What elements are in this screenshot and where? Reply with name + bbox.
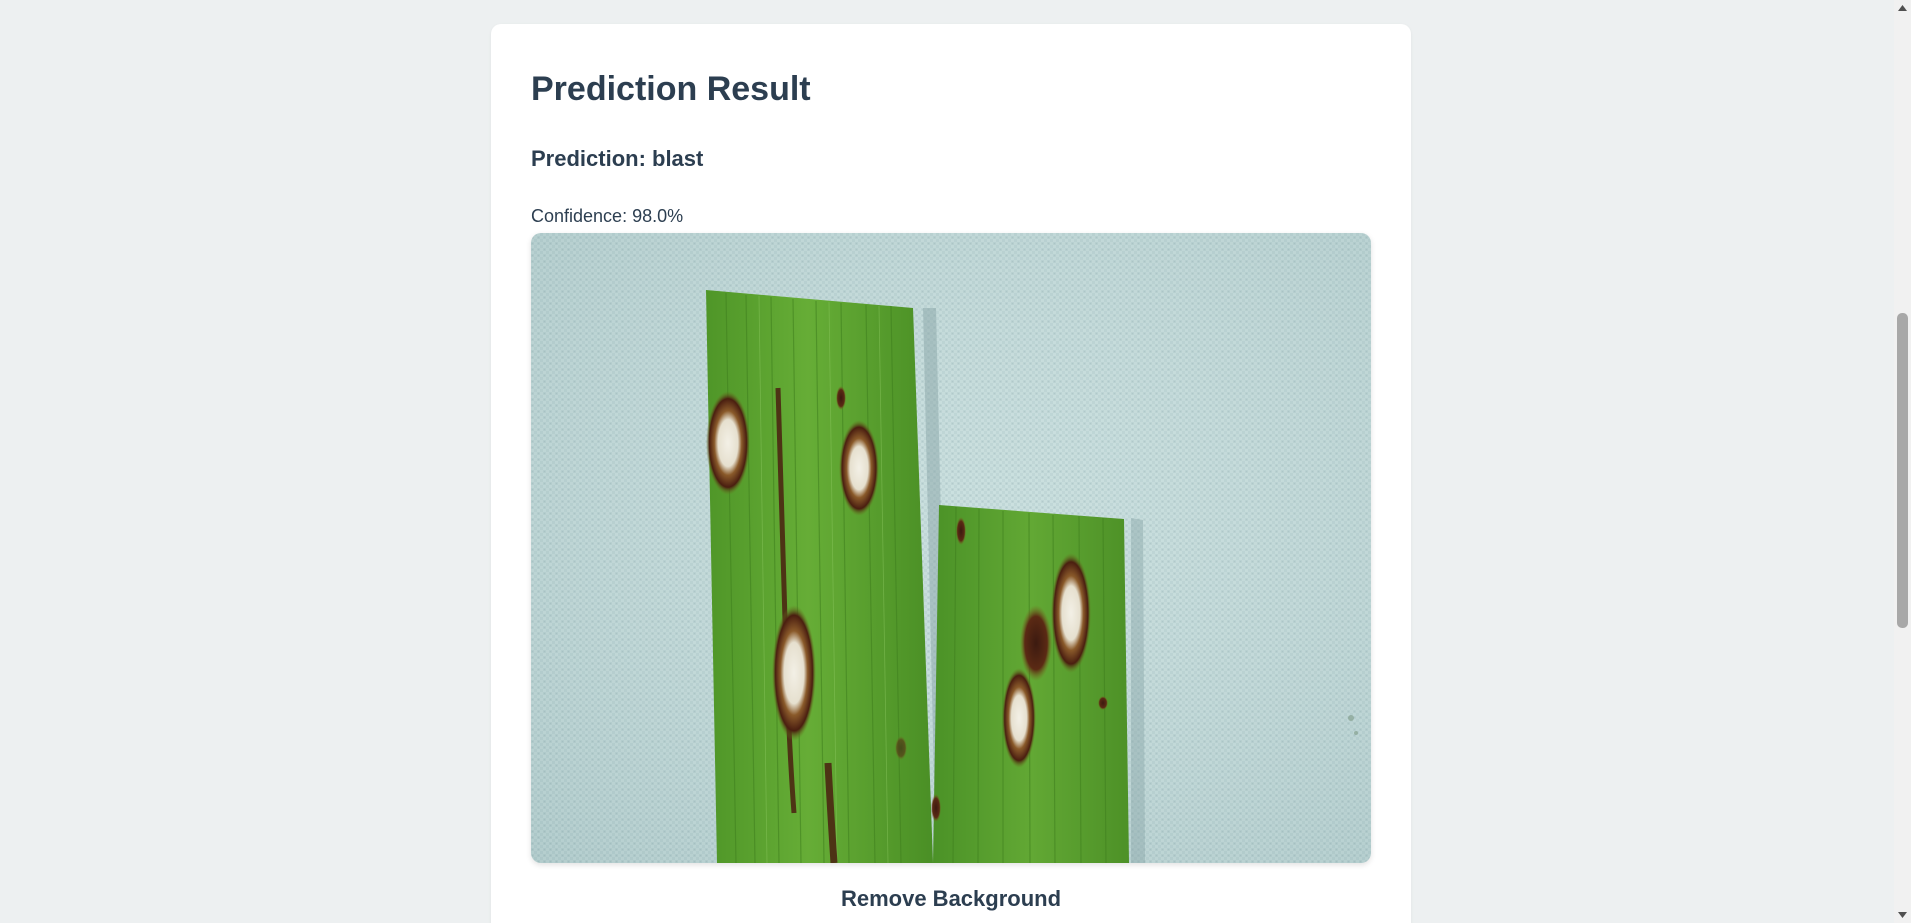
confidence-label: Confidence: 98.0% (531, 206, 684, 226)
uploaded-leaf-image (531, 233, 1371, 863)
vertical-scrollbar[interactable] (1894, 0, 1911, 923)
scroll-down-arrow-icon[interactable] (1894, 906, 1911, 923)
scroll-up-arrow-icon[interactable] (1894, 0, 1911, 17)
remove-background-button[interactable]: Remove Background (491, 886, 1411, 912)
page-title: Prediction Result (531, 70, 811, 108)
scrollbar-thumb[interactable] (1897, 313, 1908, 628)
prediction-label: Prediction: blast (531, 146, 704, 171)
prediction-result-card: Prediction Result Prediction: blast Conf… (491, 24, 1411, 923)
page-viewport: Prediction Result Prediction: blast Conf… (0, 0, 1911, 923)
